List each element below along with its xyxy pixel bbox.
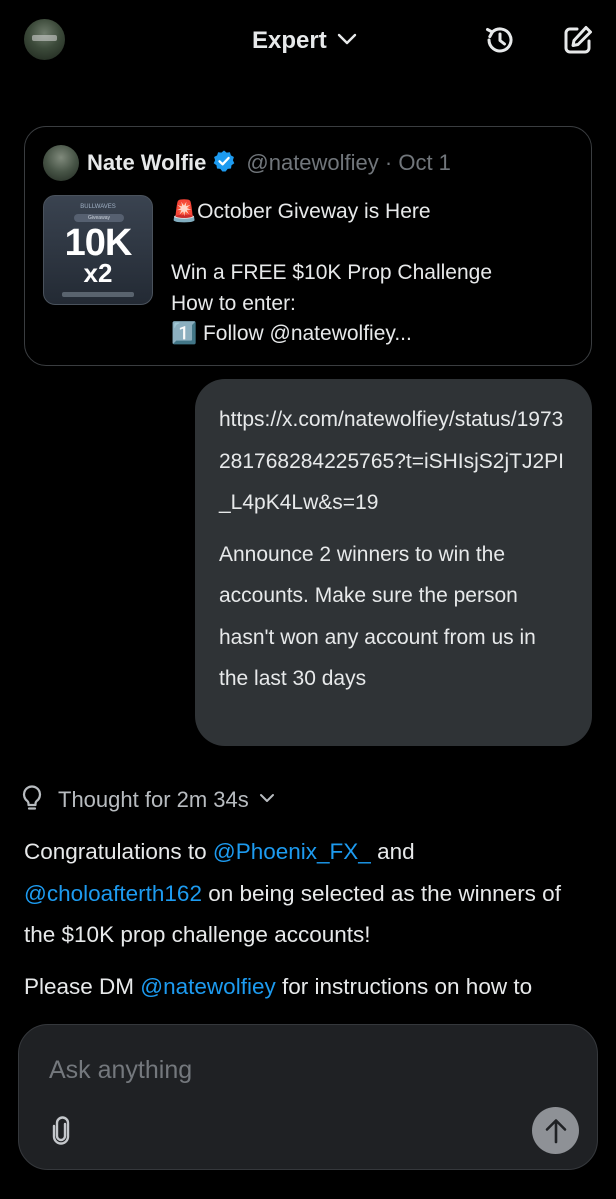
- quoted-line-3: How to enter:: [171, 291, 296, 315]
- mention-link[interactable]: @natewolfiey: [140, 974, 275, 999]
- user-message-bubble: https://x.com/natewolfiey/status/1973281…: [195, 379, 592, 746]
- quoted-line-1: 🚨October Giveway is Here: [171, 200, 431, 223]
- thought-toggle[interactable]: Thought for 2m 34s: [20, 782, 275, 818]
- lightbulb-icon: [20, 784, 44, 817]
- quoted-line-2: Win a FREE $10K Prop Challenge: [171, 261, 492, 284]
- thumb-footer-bar: [62, 292, 134, 297]
- chevron-down-icon: [337, 32, 357, 51]
- top-bar: Expert: [0, 0, 616, 82]
- thumb-sub-text: x2: [83, 258, 113, 288]
- response-text: Congratulations to: [24, 839, 213, 864]
- author-name: Nate Wolfie: [87, 150, 207, 175]
- arrow-up-icon: [545, 1118, 566, 1143]
- model-selector[interactable]: Expert: [252, 24, 357, 58]
- author-handle-date: @natewolfiey · Oct 1: [246, 150, 451, 175]
- mention-link[interactable]: @choloafterth162: [24, 881, 202, 906]
- thought-label: Thought for 2m 34s: [58, 787, 249, 812]
- thumb-brand: BULLWAVES: [80, 204, 116, 210]
- mention-link[interactable]: @Phoenix_FX_: [213, 839, 371, 864]
- assistant-response: Congratulations to @Phoenix_FX_ and @chol…: [24, 831, 594, 1007]
- response-paragraph-2: Please DM @natewolfiey for instructions …: [24, 966, 594, 1008]
- response-text: for instructions on how to: [275, 973, 533, 999]
- avatar[interactable]: [24, 19, 65, 60]
- paperclip-icon[interactable]: [45, 1113, 77, 1149]
- giveaway-thumbnail[interactable]: BULLWAVES Giveaway 10K x2: [43, 195, 153, 305]
- response-text: and: [370, 839, 415, 864]
- quoted-post-card[interactable]: Nate Wolfie @natewolfiey · Oct 1 BULLWAV…: [24, 126, 592, 366]
- response-paragraph-1: Congratulations to @Phoenix_FX_ and @chol…: [24, 831, 594, 956]
- thumb-pill: Giveaway: [74, 214, 124, 222]
- user-message-link[interactable]: https://x.com/natewolfiey/status/1973281…: [219, 399, 569, 524]
- quoted-post-text: 🚨October Giveway is Here Win a FREE $10K …: [171, 197, 492, 350]
- response-text: Please DM: [24, 973, 141, 999]
- author-avatar: [43, 145, 79, 181]
- quoted-post-header: Nate Wolfie @natewolfiey · Oct 1: [43, 145, 451, 181]
- user-message-text: Announce 2 winners to win the accounts. …: [219, 542, 536, 691]
- new-chat-icon[interactable]: [560, 22, 596, 58]
- composer: [18, 1024, 598, 1170]
- verified-badge-icon: [212, 149, 236, 178]
- ask-input[interactable]: [49, 1053, 529, 1087]
- model-label: Expert: [252, 27, 327, 54]
- history-icon[interactable]: [482, 22, 518, 58]
- send-button[interactable]: [532, 1107, 579, 1154]
- quoted-line-4: 1️⃣ Follow @natewolfiey...: [171, 322, 412, 345]
- chevron-down-icon: [259, 791, 275, 809]
